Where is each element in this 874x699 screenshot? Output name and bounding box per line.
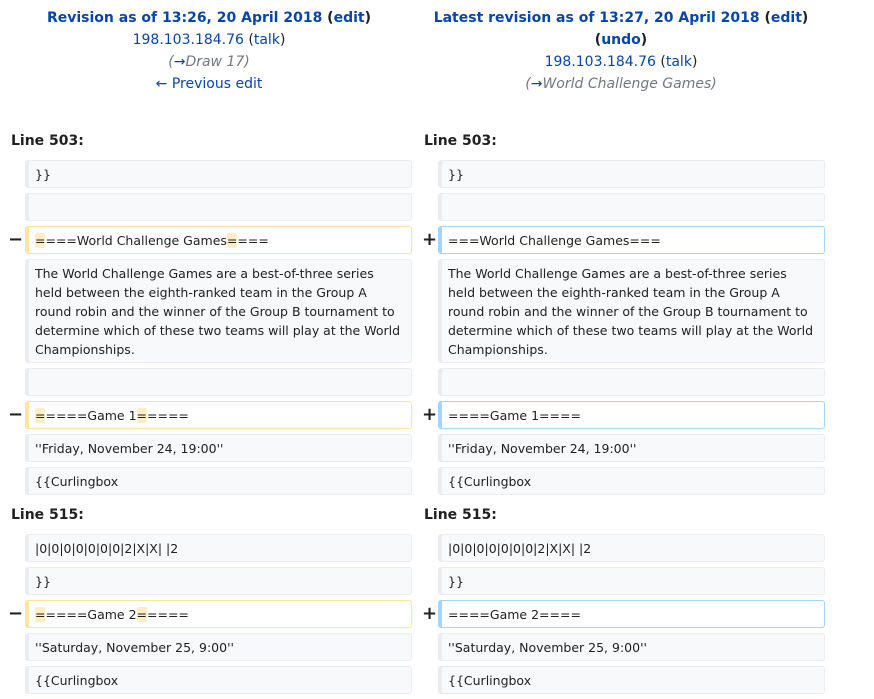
new-edit-summary: (→World Challenge Games) [525, 76, 717, 92]
added-line: ====Game 1==== [438, 401, 825, 429]
new-section-arrow-link[interactable]: → [531, 76, 543, 92]
minus-marker: − [8, 404, 24, 425]
old-edit-summary: (→Draw 17) [168, 54, 250, 70]
old-edit-link[interactable]: edit [334, 10, 365, 26]
old-section-arrow-link[interactable]: → [174, 54, 186, 70]
deleted-line-text: ====Game 2 [45, 607, 137, 622]
deleted-line-text: === [237, 233, 269, 248]
context-line-empty [438, 368, 825, 396]
context-line: ''Friday, November 24, 19:00'' [25, 434, 412, 462]
deleted-chars: = [136, 408, 148, 423]
new-user-link[interactable]: 198.103.184.76 [545, 54, 656, 70]
context-line: |0|0|0|0|0|0|0|2|X|X| |2 [438, 534, 825, 562]
context-line: ''Friday, November 24, 19:00'' [438, 434, 825, 462]
line-number-right: Line 503: [424, 133, 497, 149]
deleted-chars: = [136, 607, 148, 622]
old-revision-header: Revision as of 13:26, 20 April 2018 (edi… [9, 7, 409, 95]
new-revision-header: Latest revision as of 13:27, 20 April 20… [421, 7, 821, 95]
undo-link[interactable]: undo [601, 32, 641, 48]
old-talk-link[interactable]: talk [254, 32, 280, 48]
new-revision-title: Latest revision as of 13:27, 20 April 20… [433, 10, 809, 26]
old-user-link[interactable]: 198.103.184.76 [133, 32, 244, 48]
new-talk-link[interactable]: talk [666, 54, 692, 70]
context-line: ''Saturday, November 25, 9:00'' [25, 633, 412, 661]
context-line: }} [25, 567, 412, 595]
context-line: {{Curlingbox [438, 467, 825, 495]
context-line-empty [25, 193, 412, 221]
deleted-chars: = [35, 408, 46, 423]
minus-marker: − [8, 603, 24, 624]
line-number-left: Line 503: [11, 133, 84, 149]
plus-marker: + [422, 603, 438, 624]
context-line: }} [438, 567, 825, 595]
plus-marker: + [422, 404, 438, 425]
deleted-line-text: ===World Challenge Games [45, 233, 227, 248]
deleted-chars: = [35, 233, 46, 248]
context-line: ''Saturday, November 25, 9:00'' [438, 633, 825, 661]
added-line: ====Game 2==== [438, 600, 825, 628]
deleted-line: =====Game 1===== [25, 401, 412, 429]
new-edit-link[interactable]: edit [771, 10, 802, 26]
deleted-line-text: ==== [147, 408, 189, 423]
context-line-empty [438, 193, 825, 221]
new-summary-text: World Challenge Games [542, 76, 712, 92]
context-paragraph: The World Challenge Games are a best-of-… [438, 259, 825, 363]
context-paragraph: The World Challenge Games are a best-of-… [25, 259, 412, 363]
deleted-line: ====World Challenge Games==== [25, 226, 412, 254]
deleted-line-text: ==== [147, 607, 189, 622]
minus-marker: − [8, 229, 24, 250]
deleted-chars: = [35, 607, 46, 622]
deleted-line: =====Game 2===== [25, 600, 412, 628]
line-number-right: Line 515: [424, 507, 497, 523]
context-line: {{Curlingbox [25, 467, 412, 495]
undo-line: (undo) [594, 32, 648, 48]
added-line: ===World Challenge Games=== [438, 226, 825, 254]
context-line: }} [438, 160, 825, 188]
old-revision-link[interactable]: Revision as of 13:26, 20 April 2018 [47, 10, 322, 26]
context-line: {{Curlingbox [25, 666, 412, 694]
context-line-empty [25, 368, 412, 396]
context-line: |0|0|0|0|0|0|0|2|X|X| |2 [25, 534, 412, 562]
line-number-left: Line 515: [11, 507, 84, 523]
context-line: {{Curlingbox [438, 666, 825, 694]
old-revision-title: Revision as of 13:26, 20 April 2018 (edi… [46, 10, 372, 26]
deleted-chars: = [226, 233, 238, 248]
previous-edit-link[interactable]: ← Previous edit [156, 76, 263, 92]
old-summary-text: Draw 17 [185, 54, 245, 70]
deleted-line-text: ====Game 1 [45, 408, 137, 423]
old-user-line: 198.103.184.76 (talk) [132, 32, 286, 48]
new-revision-link[interactable]: Latest revision as of 13:27, 20 April 20… [434, 10, 760, 26]
new-user-line: 198.103.184.76 (talk) [544, 54, 698, 70]
plus-marker: + [422, 229, 438, 250]
context-line: }} [25, 160, 412, 188]
